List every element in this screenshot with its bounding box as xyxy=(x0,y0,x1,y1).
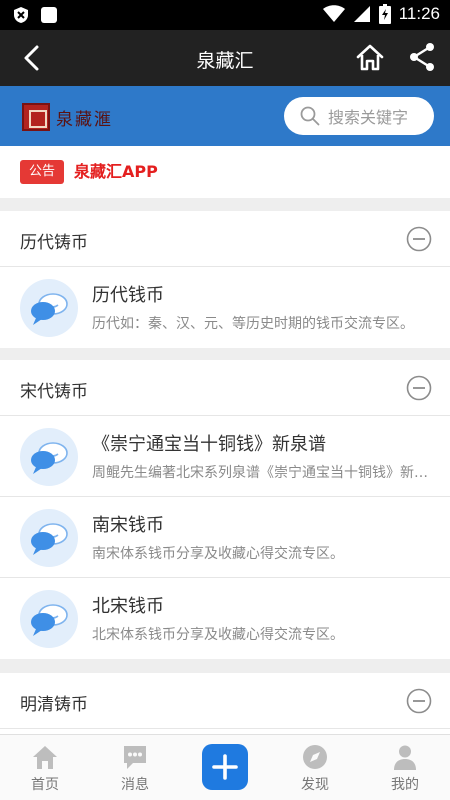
add-icon xyxy=(212,754,238,780)
item-description: 北宋体系钱币分享及收藏心得交流专区。 xyxy=(92,627,344,643)
signal-icon xyxy=(353,6,370,22)
search-icon xyxy=(300,106,320,126)
chat-bubble-icon xyxy=(20,279,78,337)
chat-bubble-icon xyxy=(20,428,78,486)
clock-time: 11:26 xyxy=(398,4,440,23)
chat-bubble-icon xyxy=(20,509,78,567)
battery-icon xyxy=(378,4,391,24)
notice-badge: 公告 xyxy=(20,160,64,184)
section-header[interactable]: 明清铸币 xyxy=(0,673,450,729)
notice-bar[interactable]: 公告 泉藏汇APP xyxy=(0,146,450,198)
section-header[interactable]: 宋代铸币 xyxy=(0,360,450,416)
share-icon[interactable] xyxy=(406,41,438,73)
item-title: 《崇宁通宝当十铜钱》新泉谱 xyxy=(92,434,326,455)
shield-x-icon xyxy=(14,7,28,23)
search-box[interactable]: 搜索关键字 xyxy=(284,97,434,135)
item-description: 历代如：秦、汉、元、等历史时期的钱币交流专区。 xyxy=(92,316,414,332)
section-songdai-zhubi: 宋代铸币 《崇宁通宝当十铜钱》新泉谱 周鲲先生编著北宋系列泉谱《崇宁通宝当十铜钱… xyxy=(0,360,450,659)
nav-profile[interactable]: 我的 xyxy=(360,735,450,800)
section-mingqing-zhubi: 明清铸币 xyxy=(0,673,450,734)
chat-bubble-icon xyxy=(20,590,78,648)
notification-square-icon xyxy=(41,7,57,23)
logo: 泉藏滙 xyxy=(22,100,126,134)
status-bar: 11:26 xyxy=(0,0,450,30)
nav-discover[interactable]: 发现 xyxy=(270,735,360,800)
nav-label: 首页 xyxy=(31,777,59,793)
notice-text[interactable]: 泉藏汇APP xyxy=(74,160,158,184)
search-placeholder: 搜索关键字 xyxy=(328,108,409,127)
nav-label: 我的 xyxy=(391,777,419,793)
nav-label: 消息 xyxy=(121,777,149,793)
item-title: 南宋钱币 xyxy=(92,515,164,536)
bottom-navigation: 首页 消息 发现 我的 xyxy=(0,734,450,800)
collapse-minus-icon[interactable] xyxy=(406,688,432,714)
nav-label: 发现 xyxy=(301,777,329,793)
home-icon[interactable] xyxy=(354,41,386,73)
add-post-button[interactable] xyxy=(202,744,248,790)
nav-messages[interactable]: 消息 xyxy=(90,735,180,800)
banner: 泉藏滙 搜索关键字 xyxy=(0,86,450,146)
home-icon xyxy=(33,746,57,769)
seal-icon xyxy=(22,103,50,131)
compass-icon xyxy=(303,745,327,769)
person-icon xyxy=(394,745,416,770)
collapse-minus-icon[interactable] xyxy=(406,226,432,252)
item-description: 南宋体系钱币分享及收藏心得交流专区。 xyxy=(92,546,344,562)
list-item[interactable]: 北宋钱币 北宋体系钱币分享及收藏心得交流专区。 xyxy=(0,578,450,659)
message-icon xyxy=(124,746,146,769)
wifi-icon xyxy=(322,5,345,22)
nav-home[interactable]: 首页 xyxy=(0,735,90,800)
logo-text: 泉藏滙 xyxy=(56,109,113,130)
section-lidai-zhubi: 历代铸币 历代钱币 历代如：秦、汉、元、等历史时期的钱币交流专区。 xyxy=(0,211,450,348)
section-header[interactable]: 历代铸币 xyxy=(0,211,450,267)
item-title: 北宋钱币 xyxy=(92,596,164,617)
section-title: 历代铸币 xyxy=(20,233,88,253)
section-title: 明清铸币 xyxy=(20,695,88,715)
list-item[interactable]: 南宋钱币 南宋体系钱币分享及收藏心得交流专区。 xyxy=(0,497,450,578)
section-title: 宋代铸币 xyxy=(20,382,88,402)
collapse-minus-icon[interactable] xyxy=(406,375,432,401)
app-title-bar: 泉藏汇 xyxy=(0,30,450,86)
item-description: 周鲲先生编著北宋系列泉谱《崇宁通宝当十铜钱》新泉谱 xyxy=(92,465,434,481)
list-item[interactable]: 《崇宁通宝当十铜钱》新泉谱 周鲲先生编著北宋系列泉谱《崇宁通宝当十铜钱》新泉谱 xyxy=(0,416,450,497)
item-title: 历代钱币 xyxy=(92,285,164,306)
list-item[interactable]: 历代钱币 历代如：秦、汉、元、等历史时期的钱币交流专区。 xyxy=(0,267,450,348)
